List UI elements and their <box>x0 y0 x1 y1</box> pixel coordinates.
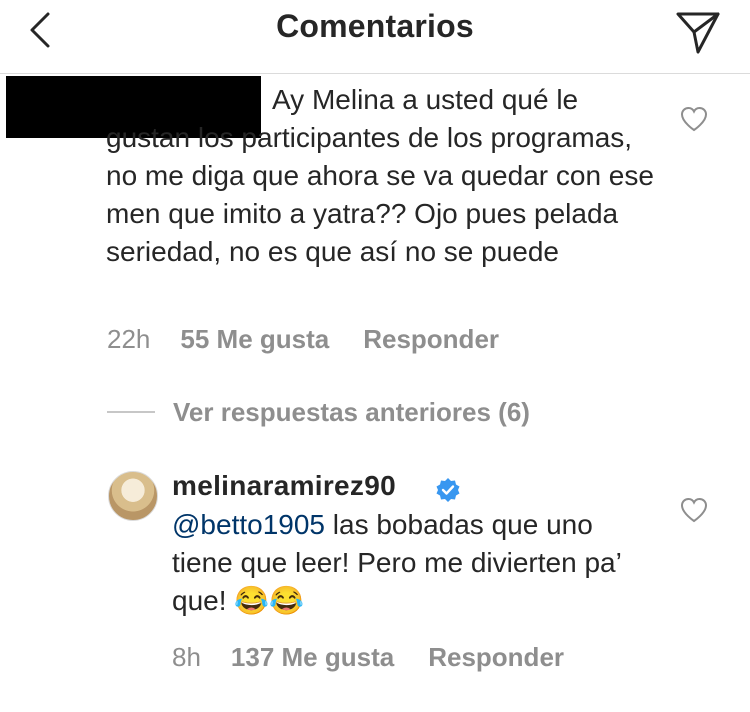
comment-meta: 22h 55 Me gusta Responder <box>107 324 499 355</box>
reply-time: 8h <box>172 642 201 672</box>
view-replies-label: Ver respuestas anteriores (6) <box>173 396 530 427</box>
reply-button[interactable]: Responder <box>428 642 564 673</box>
avatar[interactable] <box>108 471 158 521</box>
like-button[interactable] <box>680 106 708 132</box>
view-replies-button[interactable]: Ver respuestas anteriores (6) <box>107 395 530 429</box>
likes-count[interactable]: 55 Me gusta <box>180 324 329 355</box>
comment-time: 22h <box>107 324 151 354</box>
laughing-emoji: 😂😂 <box>234 585 305 616</box>
username[interactable]: melinaramirez90 <box>172 470 396 502</box>
mention-link[interactable]: @betto1905 <box>172 509 325 540</box>
like-button[interactable] <box>680 497 708 523</box>
page-title: Comentarios <box>276 8 474 44</box>
verified-badge-icon <box>436 478 460 502</box>
comment-text: gustan los participantes de los programa… <box>106 122 654 267</box>
comment-text-line: Ay Melina a usted qué le <box>272 84 579 115</box>
divider-line <box>107 411 155 413</box>
heart-icon <box>680 106 708 132</box>
reply-text: @betto1905 las bobadas que uno tiene que… <box>172 506 642 620</box>
likes-count[interactable]: 137 Me gusta <box>231 642 394 673</box>
reply-meta: 8h 137 Me gusta Responder <box>172 642 564 673</box>
share-button[interactable] <box>674 8 722 56</box>
reply-button[interactable]: Responder <box>363 324 499 355</box>
header-bar: Comentarios <box>0 0 750 74</box>
heart-icon <box>680 497 708 523</box>
paper-plane-icon <box>676 12 720 54</box>
